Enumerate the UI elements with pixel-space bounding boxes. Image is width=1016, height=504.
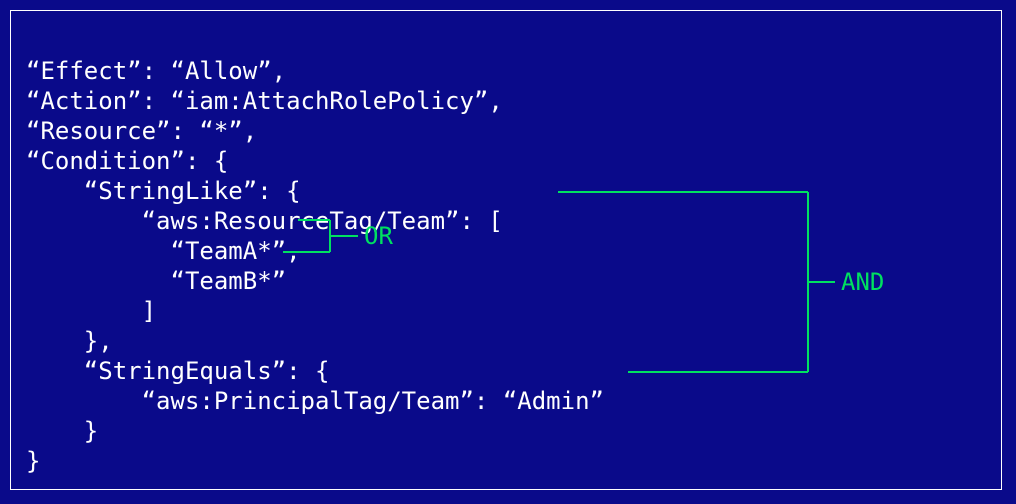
and-label: AND [841, 268, 884, 296]
and-bracket-icon [0, 0, 1016, 504]
